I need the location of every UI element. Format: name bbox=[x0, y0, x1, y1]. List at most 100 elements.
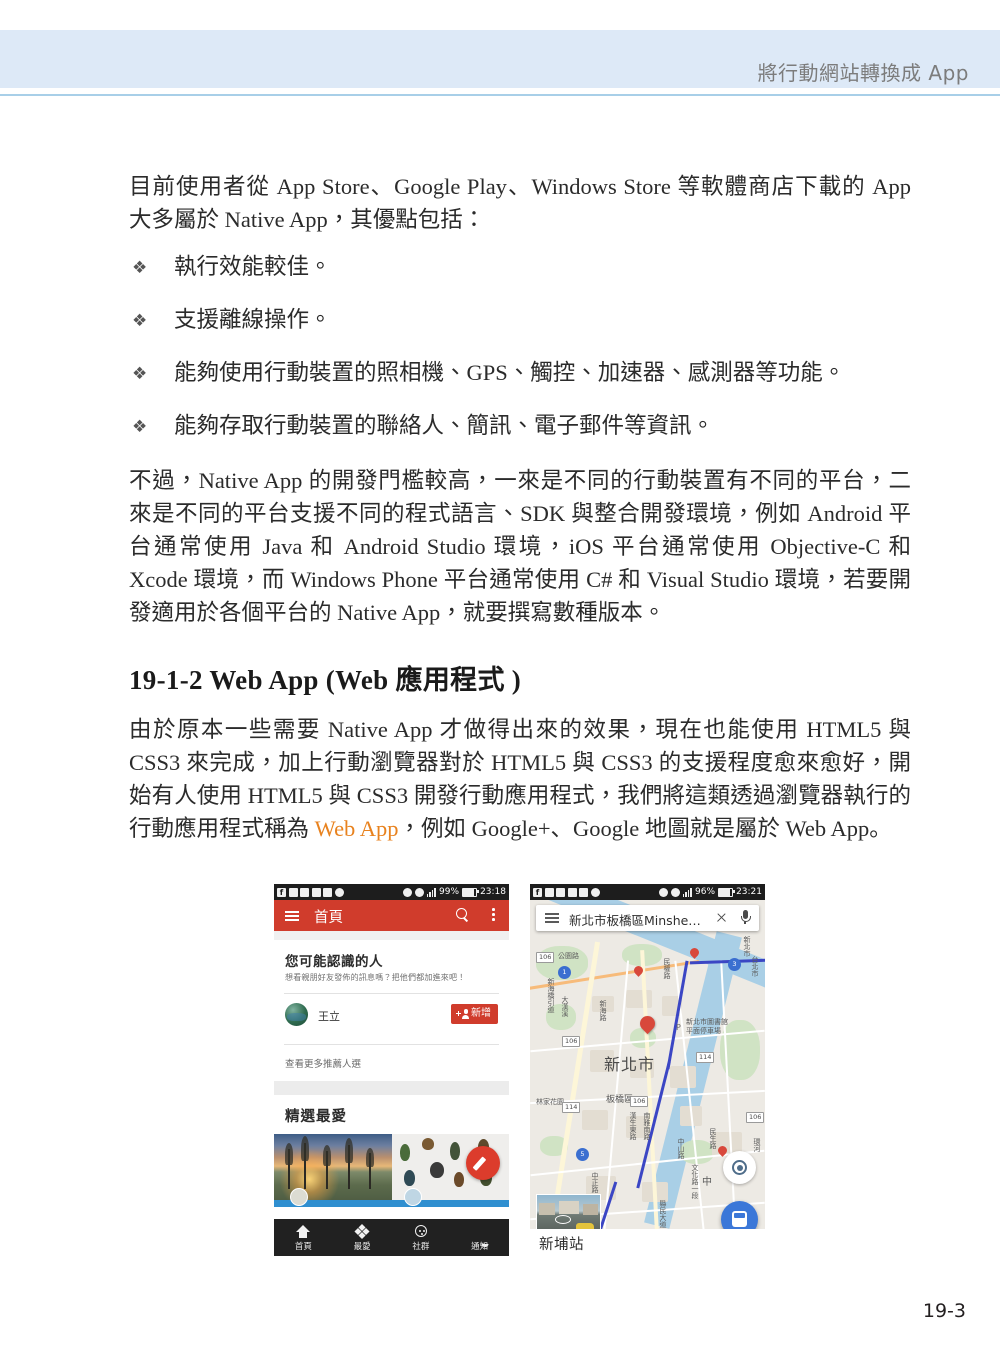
highway-shield: 106 bbox=[536, 952, 555, 963]
menu-icon[interactable] bbox=[285, 911, 299, 921]
map-city-label: 新北市 bbox=[604, 1055, 656, 1074]
app-bar-title: 首頁 bbox=[314, 910, 343, 926]
signal-icon bbox=[682, 887, 693, 897]
highway-shield: 106 bbox=[630, 1096, 649, 1107]
map-road-label: 中正路 bbox=[591, 1172, 599, 1193]
chat-icon bbox=[590, 887, 600, 897]
native-app-advantages-list: ❖ 執行效能較佳。 ❖ 支援離線操作。 ❖ 能夠使用行動裝置的照相機、GPS、觸… bbox=[129, 252, 911, 441]
clock-label: 23:18 bbox=[480, 887, 506, 897]
city-block bbox=[626, 990, 652, 1008]
paragraph-native-app-intro: 目前使用者從 App Store、Google Play、Windows Sto… bbox=[129, 174, 911, 232]
nav-item-community[interactable]: 社群 bbox=[392, 1219, 451, 1256]
app-bar: 首頁 bbox=[274, 900, 509, 931]
status-system-icons: 99% 23:18 bbox=[402, 884, 506, 900]
figure-phone-screenshots: f 99% 23:18 首頁 您可能認識的人 想看親朋好友發佈的訊息嗎？把他們都… bbox=[274, 884, 765, 1256]
header-divider bbox=[0, 94, 1000, 96]
list-item-label: 執行效能較佳。 bbox=[174, 254, 332, 279]
highway-shield: 114 bbox=[562, 1102, 581, 1113]
map-search-bar[interactable]: 新北市板橋區Minshe… bbox=[536, 905, 759, 931]
bottom-navigation-bar: 首頁 最愛 社群 通知 bbox=[274, 1219, 509, 1256]
park-shape bbox=[630, 1028, 656, 1048]
place-info-bar[interactable]: 新埔站 bbox=[530, 1229, 765, 1256]
list-item: ❖ 執行效能較佳。 bbox=[129, 252, 911, 282]
people-card-subtitle: 想看親朋好友發佈的訊息嗎？把他們都加進來吧！ bbox=[285, 973, 466, 982]
nav-item-label: 通知 bbox=[471, 1242, 489, 1252]
map-road-label: 新海橋引道 bbox=[547, 978, 555, 1013]
map-poi-label: 新北市圖書館 平面停車場 bbox=[686, 1018, 728, 1035]
status-notification-icons: f bbox=[533, 884, 600, 900]
status-bar-left: f 99% 23:18 bbox=[274, 884, 509, 900]
add-contact-button[interactable]: 新增 bbox=[451, 1004, 498, 1024]
add-contact-label: 新增 bbox=[471, 1008, 491, 1019]
status-bar-right: f 96% 23:21 bbox=[530, 884, 765, 900]
list-item: ❖ 能夠存取行動裝置的聯絡人、簡訊、電子郵件等資訊。 bbox=[129, 411, 911, 441]
map-canvas[interactable]: 新北市板橋區Minshe… P 新北市圖書館 平面停車場 新北市 板橋區 林家花… bbox=[530, 900, 765, 1256]
map-road-label: 公園路 bbox=[558, 952, 579, 960]
highway-shield: 106 bbox=[746, 1112, 765, 1123]
photo-icon bbox=[311, 887, 321, 897]
map-road-label: 大漢溪 bbox=[561, 996, 569, 1017]
diamonds-icon bbox=[354, 1223, 370, 1240]
pencil-icon bbox=[472, 1156, 486, 1171]
highway-shield: 114 bbox=[696, 1052, 715, 1063]
alarm-icon bbox=[658, 887, 668, 897]
paragraph-native-app-drawbacks: 不過，Native App 的開發門檻較高，一來是不同的行動裝置有不同的平台，二… bbox=[129, 468, 911, 625]
nav-item-favorites[interactable]: 最愛 bbox=[333, 1219, 392, 1256]
list-item-label: 能夠使用行動裝置的照相機、GPS、觸控、加速器、感測器等功能。 bbox=[174, 360, 846, 385]
city-block bbox=[582, 1110, 608, 1130]
status-notification-icons: f bbox=[277, 884, 344, 900]
photo-owner-avatar bbox=[290, 1188, 308, 1206]
share-icon bbox=[544, 887, 554, 897]
wifi-icon bbox=[670, 887, 680, 897]
battery-percent-label: 96% bbox=[695, 887, 716, 897]
running-header-title: 將行動網站轉換成 App bbox=[757, 61, 969, 85]
nav-item-home[interactable]: 首頁 bbox=[274, 1219, 333, 1256]
nav-item-label: 最愛 bbox=[353, 1242, 371, 1252]
alarm-icon bbox=[402, 887, 412, 897]
overflow-menu-icon[interactable] bbox=[492, 908, 495, 923]
facebook-icon: f bbox=[533, 887, 542, 897]
search-input[interactable]: 新北市板橋區Minshe… bbox=[569, 910, 711, 929]
clear-icon[interactable] bbox=[716, 912, 727, 923]
sdcard-icon bbox=[556, 887, 565, 897]
nav-item-notifications[interactable]: 通知 bbox=[450, 1219, 509, 1256]
map-park-label: 林家花園 bbox=[536, 1098, 564, 1106]
app-bar-shadow bbox=[274, 931, 509, 940]
route-shield: 3 bbox=[728, 958, 741, 971]
battery-icon bbox=[462, 887, 479, 897]
list-item: ❖ 支援離線操作。 bbox=[129, 305, 911, 335]
battery-percent-label: 99% bbox=[439, 887, 460, 897]
compose-fab-button[interactable] bbox=[466, 1146, 500, 1180]
map-road-label: 環河 bbox=[753, 1138, 761, 1152]
paragraph-web-app-part2: ，例如 Google+、Google 地圖就是屬於 Web App。 bbox=[398, 816, 892, 841]
paragraph-web-app: 由於原本一些需要 Native App 才做得出來的效果，現在也能使用 HTML… bbox=[129, 713, 911, 845]
contact-name-label: 王立 bbox=[318, 1010, 340, 1023]
mail-icon bbox=[323, 887, 332, 897]
community-icon bbox=[414, 1225, 427, 1237]
nav-item-label: 首頁 bbox=[294, 1242, 312, 1252]
photo-accent-bar bbox=[274, 1200, 509, 1207]
bullet-diamond-icon: ❖ bbox=[132, 258, 148, 278]
my-location-button[interactable] bbox=[723, 1151, 756, 1184]
street-view-thumbnail[interactable] bbox=[536, 1194, 601, 1234]
map-road-label: 民生路 bbox=[709, 1128, 717, 1149]
accent-term-web-app: Web App bbox=[314, 816, 399, 841]
clock-label: 23:21 bbox=[736, 887, 762, 897]
photo-owner-avatar bbox=[403, 1188, 422, 1206]
list-item-label: 支援離線操作。 bbox=[174, 307, 332, 332]
photo-strip bbox=[274, 1134, 509, 1207]
microphone-icon[interactable] bbox=[741, 910, 751, 926]
share-icon bbox=[288, 887, 298, 897]
favorites-heading: 精選最愛 bbox=[285, 1109, 347, 1125]
menu-icon[interactable] bbox=[545, 913, 559, 923]
map-road-label: 中 bbox=[702, 1177, 712, 1188]
route-shield: 5 bbox=[576, 1148, 589, 1161]
search-icon[interactable] bbox=[456, 908, 470, 922]
contact-row[interactable]: 王立 新增 bbox=[274, 994, 509, 1034]
phone-screenshot-google-maps: f 96% 23:21 新北市板橋區Minshe… P 新北市圖書館 平面停車場… bbox=[530, 884, 765, 1256]
more-suggestions-link[interactable]: 查看更多推薦人選 bbox=[274, 1045, 509, 1081]
battery-icon bbox=[718, 887, 735, 897]
map-road-label: 中山路 bbox=[677, 1138, 685, 1159]
nav-item-label: 社群 bbox=[412, 1242, 430, 1252]
city-block bbox=[670, 1066, 696, 1088]
